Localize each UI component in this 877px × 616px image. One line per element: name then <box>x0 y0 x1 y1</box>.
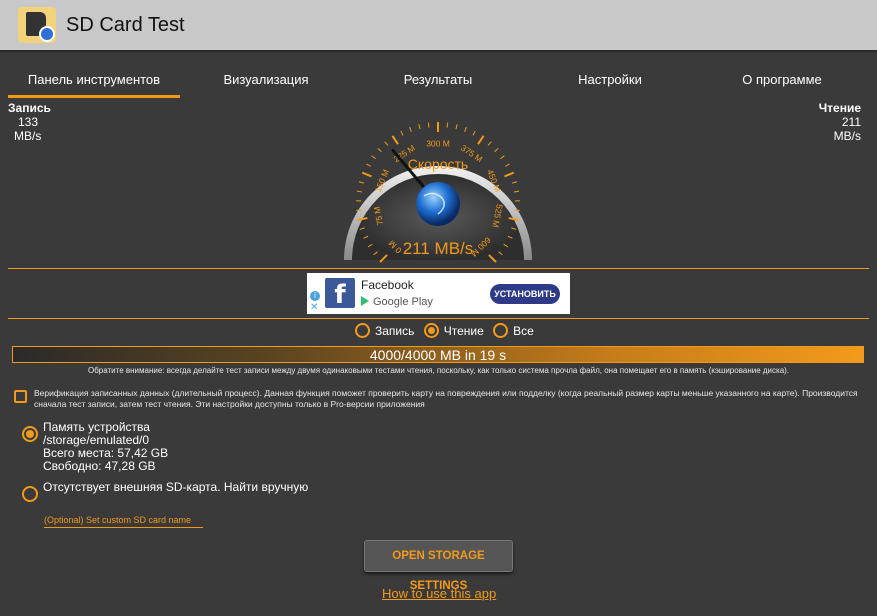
mode-option-all[interactable]: Все <box>493 323 534 338</box>
tab-visualization[interactable]: Визуализация <box>196 66 336 98</box>
write-label: Запись <box>8 101 51 115</box>
write-speed-stat: Запись 133 MB/s <box>8 101 51 143</box>
storage-external-name: Отсутствует внешняя SD-карта. Найти вруч… <box>43 480 309 494</box>
gauge-minor-tick <box>400 130 404 136</box>
custom-sd-name-link[interactable]: (Optional) Set custom SD card name <box>44 515 203 528</box>
gauge-minor-tick <box>511 181 518 184</box>
cache-note: Обратите внимание: всегда делайте тест з… <box>87 366 790 375</box>
gauge-caption: Скорость <box>408 156 468 172</box>
mode-option-read[interactable]: Чтение <box>423 323 484 338</box>
app-title: SD Card Test <box>66 14 185 36</box>
gauge-minor-tick <box>455 124 458 130</box>
facebook-logo-icon: f <box>325 278 355 310</box>
write-unit: MB/s <box>14 129 42 143</box>
divider <box>8 318 869 319</box>
mode-read-radio[interactable] <box>423 323 439 338</box>
gauge-minor-tick <box>472 130 476 136</box>
gauge-minor-tick <box>487 141 492 146</box>
gauge-minor-tick <box>371 155 376 160</box>
ad-banner[interactable]: i ✕ f Facebook Google Play УСТАНОВИТЬ <box>307 273 570 314</box>
mode-all-radio[interactable] <box>493 323 509 338</box>
gauge-svg: 0 M75 M150 M225 M 300 M 375 M450 M525 M600… <box>344 122 532 263</box>
gauge-minor-tick <box>377 147 382 153</box>
tab-dashboard[interactable]: Панель инструментов <box>8 66 180 98</box>
read-speed-stat: Чтение 211 MB/s <box>819 101 861 143</box>
tab-about[interactable]: О программе <box>712 66 852 98</box>
read-label: Чтение <box>818 101 861 115</box>
ad-close-icon[interactable]: ✕ <box>310 302 318 313</box>
gauge-minor-tick <box>494 147 499 153</box>
title-bar: SD Card Test <box>0 0 877 52</box>
ad-app-name: Facebook <box>361 278 414 292</box>
gauge-minor-tick <box>504 163 510 167</box>
gauge-minor-tick <box>500 155 505 160</box>
read-unit: MB/s <box>833 129 861 143</box>
google-play-icon <box>361 296 369 306</box>
gauge-major-tick <box>361 171 372 178</box>
gauge-minor-tick <box>418 124 421 130</box>
open-storage-settings-button[interactable]: OPEN STORAGE SETTINGS <box>364 540 513 592</box>
storage-internal-free: Свободно: 47,28 GB <box>43 459 156 473</box>
verify-checkbox[interactable] <box>14 390 27 403</box>
gauge-minor-tick <box>384 141 389 146</box>
storage-internal-radio[interactable] <box>22 426 38 442</box>
divider <box>8 268 869 269</box>
gauge-major-tick <box>391 135 399 145</box>
globe-icon <box>416 182 460 226</box>
gauge-major-tick <box>504 171 515 178</box>
storage-external-radio[interactable] <box>22 486 38 502</box>
test-progress-bar: 4000/4000 MB in 19 s <box>12 346 864 363</box>
write-value: 133 <box>18 115 39 129</box>
mode-option-write[interactable]: Запись <box>355 323 414 338</box>
gauge-tick-label: 300 M <box>426 138 450 148</box>
gauge-minor-tick <box>358 181 365 184</box>
sd-card-app-icon <box>18 7 56 43</box>
ad-info-icon[interactable]: i <box>310 291 320 301</box>
gauge-minor-tick <box>427 122 430 128</box>
speed-gauge: 0 M 75 M 150 M 225 M 300 M 375 M 450 M 525 M 600… <box>338 94 538 264</box>
test-mode-selector: Запись Чтение Все <box>355 323 540 343</box>
progress-text: 4000/4000 MB in 19 s <box>369 347 507 363</box>
verify-description: Верификация записанных данных (длительны… <box>34 388 858 409</box>
tab-settings[interactable]: Настройки <box>540 66 680 98</box>
gauge-minor-tick <box>464 126 467 132</box>
ad-install-button[interactable]: УСТАНОВИТЬ <box>490 284 560 304</box>
mode-all-label: Все <box>513 324 534 338</box>
mode-read-label: Чтение <box>443 324 484 338</box>
gauge-minor-tick <box>446 122 449 128</box>
ad-store-text: Google Play <box>373 296 433 308</box>
gauge-minor-tick <box>366 163 372 167</box>
gauge-minor-tick <box>409 126 412 132</box>
gauge-minor-tick <box>356 190 363 193</box>
ad-store-label: Google Play <box>361 296 433 308</box>
gauge-major-tick <box>477 135 485 145</box>
read-value: 211 <box>841 115 861 129</box>
mode-write-radio[interactable] <box>355 323 370 338</box>
gauge-readout: 211 MB/s <box>403 239 474 258</box>
mode-write-label: Запись <box>375 324 415 338</box>
how-to-use-link[interactable]: How to use this app <box>382 586 496 601</box>
gauge-minor-tick <box>513 190 520 193</box>
